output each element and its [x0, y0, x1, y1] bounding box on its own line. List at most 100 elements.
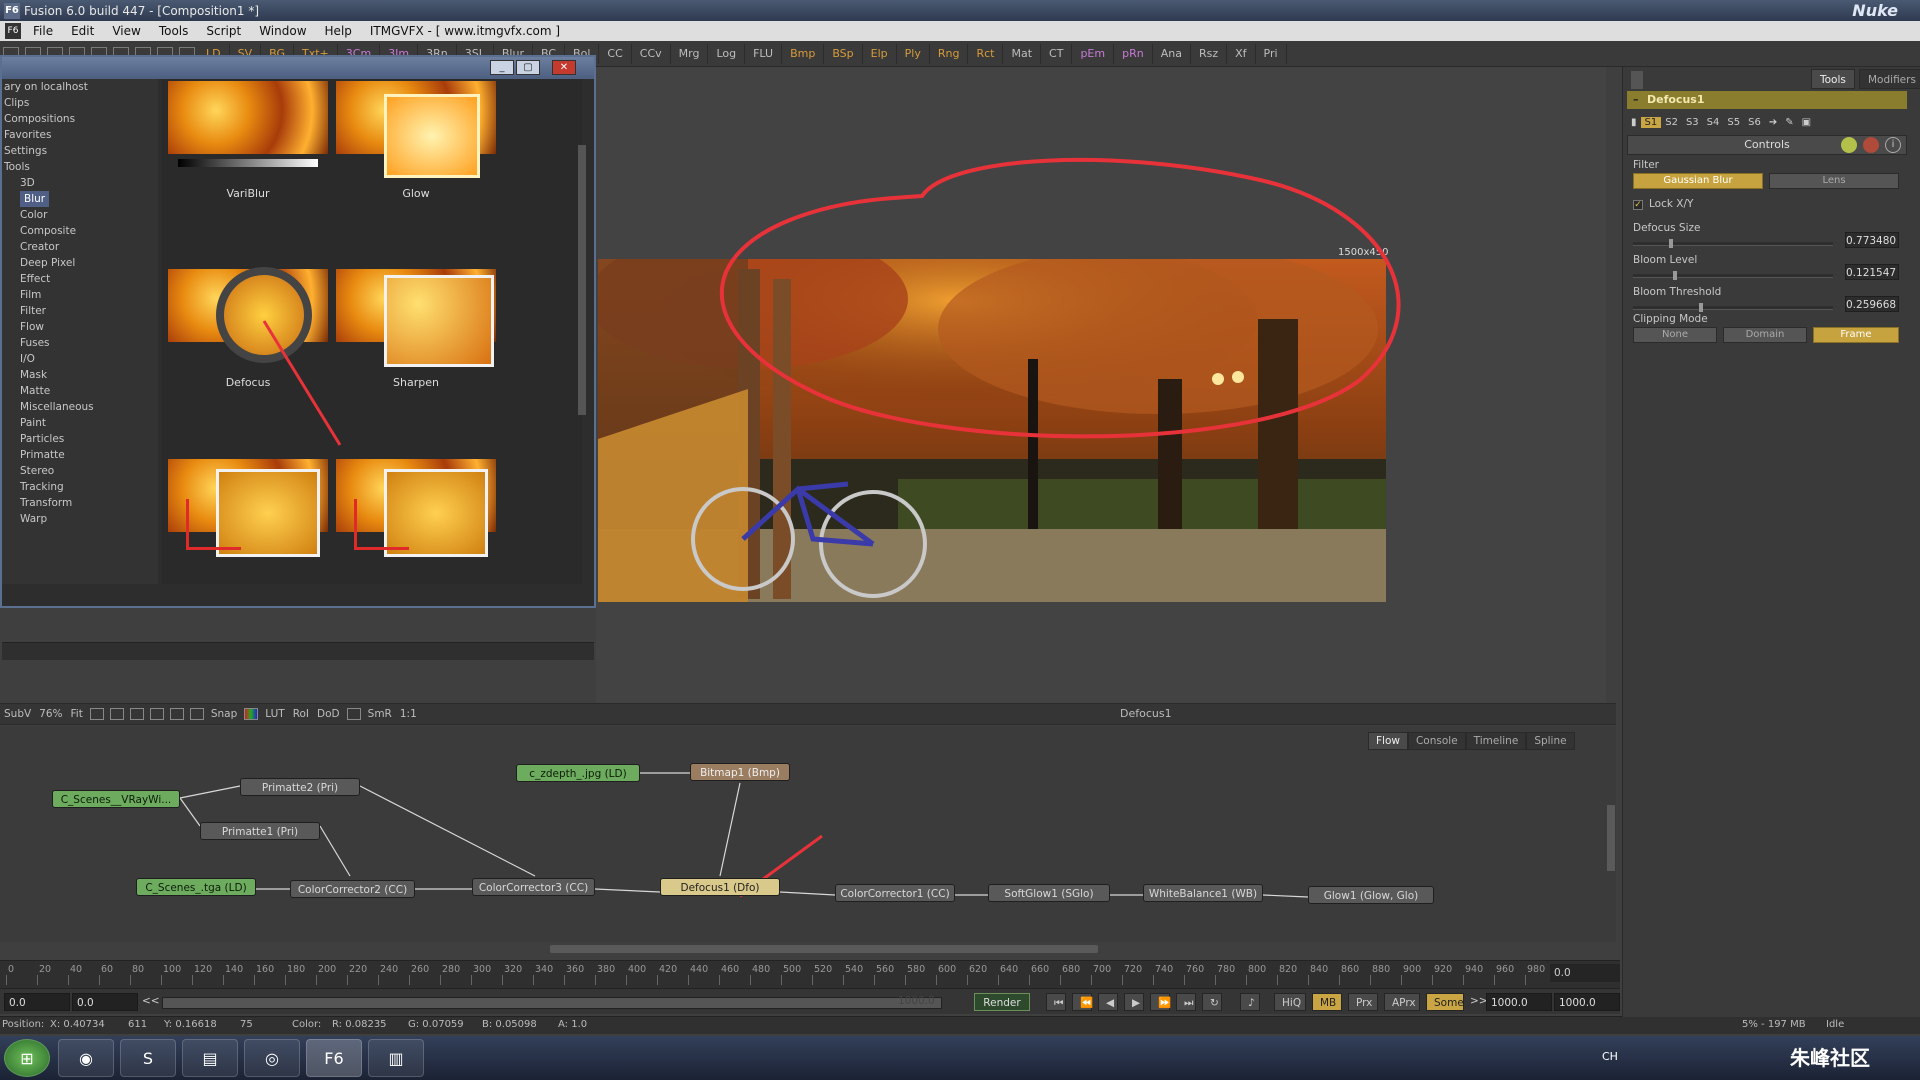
info-icon[interactable]: i: [1885, 137, 1901, 153]
aprx-button[interactable]: APrx: [1384, 993, 1420, 1011]
toolbar-button-rct[interactable]: Rct: [968, 43, 1004, 64]
render-start-field[interactable]: 0.0: [72, 993, 138, 1011]
toolbar-button-bmp[interactable]: Bmp: [782, 43, 825, 64]
flow-node[interactable]: Primatte2 (Pri): [240, 778, 360, 796]
slider-knob[interactable]: [1673, 271, 1677, 280]
tree-item[interactable]: Compositions: [2, 111, 158, 127]
flow-editor[interactable]: C_Scenes__VRayWi... Primatte2 (Pri) Primat…: [0, 726, 1616, 942]
radioactive-icon[interactable]: [1841, 137, 1857, 153]
next-key-button[interactable]: ⏩: [1150, 993, 1171, 1011]
smr-button[interactable]: SmR: [364, 708, 396, 720]
filter-lens[interactable]: Lens: [1769, 173, 1899, 189]
slot-s1[interactable]: S1: [1640, 116, 1662, 128]
menu-edit[interactable]: Edit: [62, 24, 103, 38]
slot-s6[interactable]: S6: [1744, 117, 1765, 128]
polyline-icon[interactable]: [89, 708, 104, 720]
flow-node[interactable]: ColorCorrector1 (CC): [835, 884, 955, 902]
thumb-transform-b[interactable]: [336, 459, 496, 557]
global-start-field[interactable]: 0.0: [4, 993, 70, 1011]
thumb-variblur[interactable]: [168, 81, 328, 154]
toolbar-button-cc[interactable]: CC: [599, 43, 632, 64]
toolbar-button-log[interactable]: Log: [708, 43, 746, 64]
forward-label[interactable]: >>: [1470, 995, 1488, 1007]
tree-item[interactable]: ary on localhost: [2, 79, 158, 95]
toolbar-button-rsz[interactable]: Rsz: [1191, 43, 1228, 64]
flow-node[interactable]: C_Scenes__VRayWi...: [52, 790, 180, 808]
tree-item[interactable]: Composite: [2, 223, 158, 239]
toolbar-button-pri[interactable]: Pri: [1256, 43, 1287, 64]
slot-s3[interactable]: S3: [1682, 117, 1703, 128]
loop-button[interactable]: ↻: [1202, 993, 1222, 1011]
tree-item[interactable]: Filter: [2, 303, 158, 319]
slot-s4[interactable]: S4: [1703, 117, 1724, 128]
toolbar-button-bsp[interactable]: BSp: [824, 43, 863, 64]
last-frame-button[interactable]: ⏭: [1176, 993, 1196, 1011]
menu-itmgvfx[interactable]: ITMGVFX - [ www.itmgvfx.com ]: [361, 24, 569, 38]
some-button[interactable]: Some: [1426, 993, 1464, 1011]
bspline-icon[interactable]: [109, 708, 124, 720]
lock-xy-checkbox[interactable]: ✓: [1633, 200, 1643, 210]
gear-icon[interactable]: [1863, 137, 1879, 153]
lut-button[interactable]: LUT: [261, 708, 288, 720]
tree-item[interactable]: Creator: [2, 239, 158, 255]
flow-node[interactable]: ColorCorrector3 (CC): [472, 878, 595, 896]
tree-item[interactable]: Flow: [2, 319, 158, 335]
flow-scrollbar-horizontal[interactable]: [550, 945, 1098, 953]
taskbar-folder-icon[interactable]: ▤: [182, 1039, 238, 1077]
paint-icon[interactable]: [149, 708, 164, 720]
tree-item[interactable]: Effect: [2, 271, 158, 287]
start-button[interactable]: ⊞: [4, 1039, 50, 1077]
ruler-end-field[interactable]: 0.0: [1550, 964, 1620, 982]
roi-button[interactable]: RoI: [289, 708, 313, 720]
toolbar-button-mrg[interactable]: Mrg: [671, 43, 709, 64]
hiq-button[interactable]: HiQ: [1274, 993, 1306, 1011]
clipping-domain[interactable]: Domain: [1723, 327, 1807, 343]
toolbar-button-prn[interactable]: pRn: [1114, 43, 1153, 64]
time-ruler[interactable]: 0 20 40 60 80 100 120 140 160 180 200 220 240 260 280 3…: [0, 960, 1620, 988]
tree-item[interactable]: Matte: [2, 383, 158, 399]
tab-timeline[interactable]: Timeline: [1465, 732, 1527, 750]
tab-tools[interactable]: Tools: [1811, 69, 1855, 89]
time-slider[interactable]: [162, 997, 942, 1009]
close-button[interactable]: ✕: [552, 60, 576, 75]
thumb-transform-a[interactable]: [168, 459, 328, 557]
toolbar-button-flu[interactable]: FLU: [745, 43, 783, 64]
snap-button[interactable]: Snap: [207, 708, 241, 720]
bin-scrollbar[interactable]: [578, 145, 586, 415]
slot-s2[interactable]: S2: [1661, 117, 1682, 128]
global-end-field[interactable]: 1000.0: [1554, 993, 1620, 1011]
flow-node[interactable]: SoftGlow1 (SGlo): [988, 884, 1110, 902]
ellipse-icon[interactable]: [189, 708, 204, 720]
tab-console[interactable]: Console: [1407, 732, 1466, 750]
menu-window[interactable]: Window: [250, 24, 315, 38]
tree-item[interactable]: Blur: [2, 191, 158, 207]
toolbar-button-xf[interactable]: Xf: [1227, 43, 1256, 64]
rewind-label[interactable]: <<: [142, 995, 160, 1007]
arrow-icon[interactable]: ➔: [1765, 117, 1781, 128]
prx-button[interactable]: Prx: [1348, 993, 1378, 1011]
toolbar-button-ply[interactable]: Ply: [897, 43, 930, 64]
subview-button[interactable]: SubV: [0, 708, 35, 720]
tab-flow[interactable]: Flow: [1368, 732, 1408, 750]
toolbar-button-ccv[interactable]: CCv: [632, 43, 671, 64]
first-frame-button[interactable]: ⏮: [1046, 993, 1066, 1011]
channel-icon[interactable]: [244, 708, 259, 720]
menu-view[interactable]: View: [103, 24, 149, 38]
tree-item[interactable]: Tools: [2, 159, 158, 175]
toolbar-button-ana[interactable]: Ana: [1153, 43, 1191, 64]
menu-file[interactable]: File: [24, 24, 62, 38]
flow-node[interactable]: Glow1 (Glow, Glo): [1308, 886, 1434, 904]
tree-item[interactable]: Mask: [2, 367, 158, 383]
audio-button[interactable]: ♪: [1240, 993, 1260, 1011]
play-reverse-button[interactable]: ◀: [1098, 993, 1118, 1011]
tree-item[interactable]: Clips: [2, 95, 158, 111]
save-settings-icon[interactable]: ▣: [1798, 117, 1815, 128]
tree-item[interactable]: Fuses: [2, 335, 158, 351]
tree-item[interactable]: Favorites: [2, 127, 158, 143]
grid-icon[interactable]: [129, 708, 144, 720]
one-to-one-button[interactable]: 1:1: [396, 708, 421, 720]
tree-item[interactable]: Warp: [2, 511, 158, 527]
fit-button[interactable]: Fit: [67, 708, 87, 720]
taskbar-app-icon[interactable]: ◉: [58, 1039, 114, 1077]
flow-node[interactable]: Defocus1 (Dfo): [660, 878, 780, 896]
